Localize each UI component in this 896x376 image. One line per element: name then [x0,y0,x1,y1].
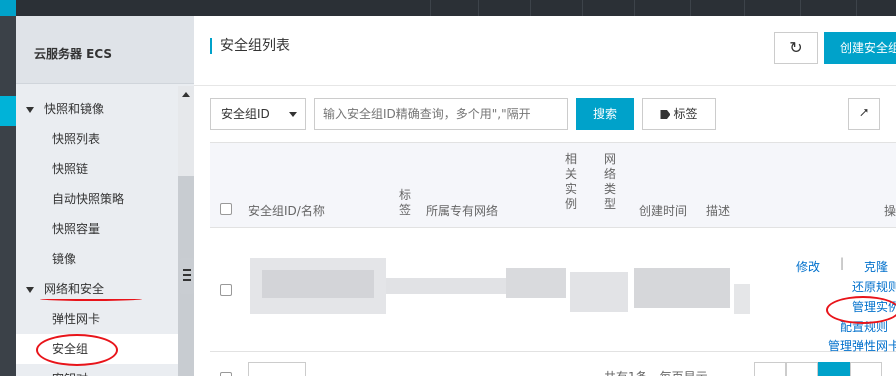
refresh-button[interactable]: ↻ [774,32,818,64]
sidebar-item-auto-snapshot-policy[interactable]: 自动快照策略 [16,184,178,214]
top-accent-block [0,0,16,16]
column-header-network-type: 网络类型 [603,152,616,211]
sidebar: 云服务器 ECS 快照和镜像 快照列表 快照链 自动快照策略 快照容量 镜像 网… [16,16,194,376]
search-input[interactable] [314,98,568,130]
topbar-divider [800,0,801,16]
redacted-block [386,278,506,294]
topbar-divider [744,0,745,16]
table-row: 修改 | 克隆 还原规则 管理实例 配置规则 管理弹性网卡 [210,228,896,353]
annotation-underline [40,297,142,301]
sidebar-item-eni[interactable]: 弹性网卡 [16,304,178,334]
tag-button-label: 标签 [673,107,698,121]
topbar-divider [478,0,479,16]
caret-down-icon [26,286,34,293]
sidebar-item-snapshot-chain[interactable]: 快照链 [16,154,178,184]
column-header-created: 创建时间 [639,204,688,218]
refresh-icon: ↻ [789,38,803,57]
column-header-actions: 操作 [884,204,896,218]
redacted-block [634,268,730,308]
sidebar-group-snapshots-images[interactable]: 快照和镜像 [16,94,178,124]
clone-link[interactable]: 克隆 [864,258,888,275]
action-separator: | [840,256,845,270]
tag-icon [660,110,671,119]
topbar-divider [582,0,583,16]
filter-type-select[interactable]: 安全组ID [210,98,306,130]
chevron-down-icon [289,112,297,117]
topbar-divider [530,0,531,16]
tag-filter-button[interactable]: 标签 [642,98,716,130]
export-icon: ⭧ [859,106,869,121]
product-nav-active[interactable] [0,96,16,126]
annotation-circle-security-group [36,334,118,366]
pagination-summary: 共有1条，每页显示 [604,368,708,376]
column-header-description: 描述 [706,204,731,218]
column-header-vpc: 所属专有网络 [426,204,499,218]
scroll-up-arrow-icon[interactable] [182,92,190,97]
sidebar-menu: 快照和镜像 快照列表 快照链 自动快照策略 快照容量 镜像 网络和安全 弹性网卡… [16,94,178,376]
modify-link[interactable]: 修改 [796,258,820,275]
top-navigation-bar [0,0,896,16]
sidebar-scrollbar[interactable] [178,86,194,376]
main-content: 安全组列表 ↻ 创建安全组 安全组ID 搜索 标签 ⭧ 安全组ID/名称 标签 … [194,16,896,376]
sidebar-group-label: 快照和镜像 [44,102,105,116]
pagination-next[interactable] [850,362,882,376]
redacted-block [734,284,750,314]
create-security-group-button[interactable]: 创建安全组 [824,32,896,64]
redacted-block [570,272,628,312]
column-header-tags: 标签 [398,188,411,217]
product-nav-strip [0,16,16,376]
topbar-divider [634,0,635,16]
pagination-prev[interactable] [754,362,786,376]
table-footer: 共有1条，每页显示 [210,352,896,376]
pagination-page[interactable] [786,362,818,376]
annotation-circle-configure-rules [826,296,896,324]
topbar-divider [690,0,691,16]
filter-select-value: 安全组ID [221,107,270,121]
column-header-id-name: 安全组ID/名称 [248,204,325,218]
restore-rules-link[interactable]: 还原规则 [852,278,896,295]
sidebar-group-label: 网络和安全 [44,282,105,296]
row-checkbox[interactable] [220,284,232,296]
page-title: 安全组列表 [210,38,290,54]
footer-checkbox[interactable] [220,372,232,376]
table-header: 安全组ID/名称 标签 所属专有网络 相关实例 网络类型 创建时间 描述 操作 [210,142,896,228]
sidebar-item-images[interactable]: 镜像 [16,244,178,274]
sidebar-collapse-handle[interactable] [180,258,194,294]
sidebar-item-snapshot-capacity[interactable]: 快照容量 [16,214,178,244]
caret-down-icon [26,106,34,113]
topbar-divider [856,0,857,16]
redacted-block [262,270,374,298]
column-header-instances: 相关实例 [564,152,577,211]
sidebar-item-snapshot-list[interactable]: 快照列表 [16,124,178,154]
sidebar-title: 云服务器 ECS [16,16,194,84]
redacted-block [506,268,566,298]
footer-action-button[interactable] [248,362,306,376]
page-header: 安全组列表 ↻ 创建安全组 [194,16,896,86]
select-all-checkbox[interactable] [220,203,232,215]
pagination-current[interactable] [818,362,850,376]
topbar-divider [430,0,431,16]
export-button[interactable]: ⭧ [848,98,880,130]
sidebar-item-key-pairs[interactable]: 密钥对 [16,364,178,376]
search-button[interactable]: 搜索 [576,98,634,130]
